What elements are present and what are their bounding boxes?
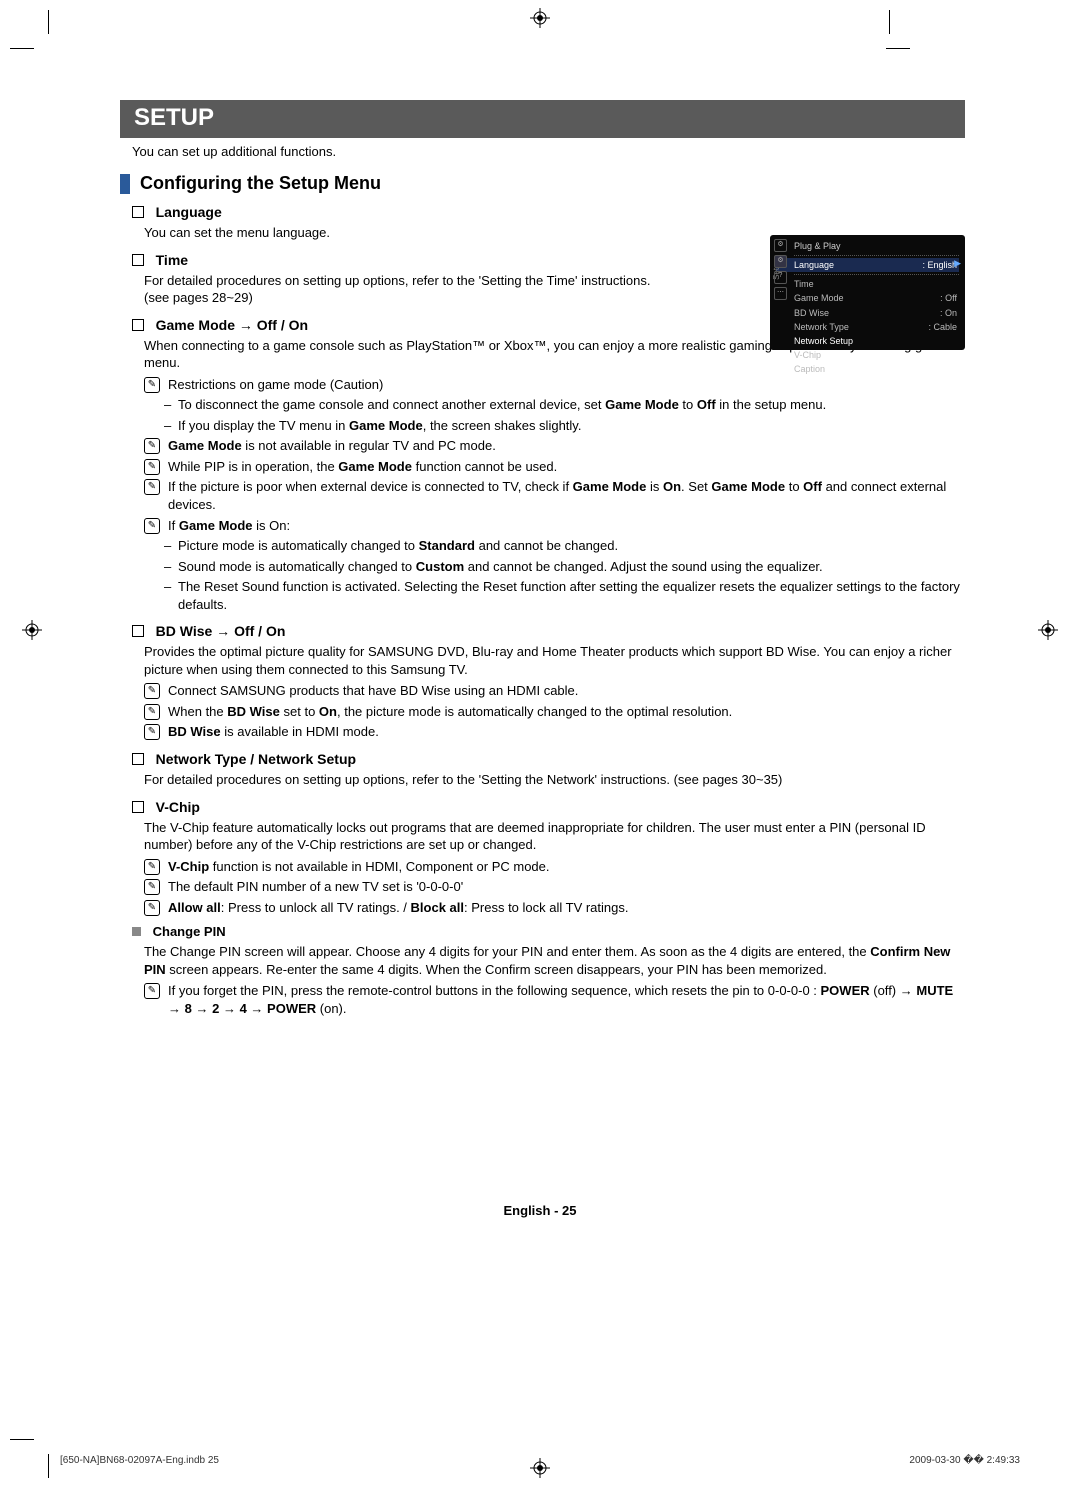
note-row: ✎V-Chip function is not available in HDM… xyxy=(144,858,965,876)
osd-row: Network Setup xyxy=(776,334,959,348)
print-file-label: [650-NA]BN68-02097A-Eng.indb 25 xyxy=(60,1455,219,1466)
item-network: Network Type / Network Setup xyxy=(132,751,965,767)
item-heading: BD Wise → Off / On xyxy=(156,623,286,639)
checkbox-icon xyxy=(132,801,144,813)
checkbox-icon xyxy=(132,206,144,218)
square-bullet-icon xyxy=(132,927,141,936)
osd-row: Caption xyxy=(776,362,959,376)
note-row: ✎Allow all: Press to unlock all TV ratin… xyxy=(144,899,965,917)
osd-icon: ⚙ xyxy=(774,255,787,268)
print-footer: [650-NA]BN68-02097A-Eng.indb 25 2009-03-… xyxy=(60,1455,1020,1466)
note-row: ✎Restrictions on game mode (Caution) xyxy=(144,376,965,394)
osd-icon: ? xyxy=(774,271,787,284)
osd-row: BD Wise: On xyxy=(776,306,959,320)
dash-row: –To disconnect the game console and conn… xyxy=(164,396,965,414)
osd-menu-screenshot: Setup ⚙ ⚙ ? ⋯ Plug & Play Language: Engl… xyxy=(770,235,965,350)
osd-row: V-Chip xyxy=(776,348,959,362)
crop-mark xyxy=(889,10,890,34)
note-row: ✎When the BD Wise set to On, the picture… xyxy=(144,703,965,721)
item-vchip: V-Chip xyxy=(132,799,965,815)
osd-row: Time xyxy=(776,277,959,291)
osd-row: Network Type: Cable xyxy=(776,320,959,334)
note-icon: ✎ xyxy=(144,859,160,875)
item-language: Language xyxy=(132,204,965,220)
subheading-row: Configuring the Setup Menu xyxy=(120,173,965,194)
subitem-heading: Change PIN xyxy=(153,924,226,939)
item-heading: Language xyxy=(156,204,222,220)
registration-mark-icon xyxy=(22,620,42,640)
item-body: The Change PIN screen will appear. Choos… xyxy=(144,943,965,978)
checkbox-icon xyxy=(132,319,144,331)
subitem-change-pin: Change PIN xyxy=(132,924,965,939)
note-row: ✎The default PIN number of a new TV set … xyxy=(144,878,965,896)
section-banner: SETUP xyxy=(120,100,965,138)
note-icon: ✎ xyxy=(144,459,160,475)
note-icon: ✎ xyxy=(144,438,160,454)
note-icon: ✎ xyxy=(144,724,160,740)
print-timestamp: 2009-03-30 �� 2:49:33 xyxy=(909,1455,1020,1466)
note-icon: ✎ xyxy=(144,479,160,495)
subheading: Configuring the Setup Menu xyxy=(140,173,381,194)
registration-mark-icon xyxy=(1038,620,1058,640)
note-icon: ✎ xyxy=(144,377,160,393)
note-icon: ✎ xyxy=(144,879,160,895)
note-icon: ✎ xyxy=(144,900,160,916)
crop-mark xyxy=(10,1439,34,1440)
checkbox-icon xyxy=(132,254,144,266)
note-row: ✎If you forget the PIN, press the remote… xyxy=(144,982,965,1017)
crop-mark xyxy=(48,10,49,34)
separator xyxy=(794,255,959,256)
note-icon: ✎ xyxy=(144,704,160,720)
blue-block-icon xyxy=(120,174,130,194)
item-heading: V-Chip xyxy=(156,799,200,815)
item-body: You can set the menu language. xyxy=(144,224,664,242)
crop-mark xyxy=(48,1454,49,1478)
registration-mark-icon xyxy=(530,8,550,28)
item-heading: Time xyxy=(156,252,188,268)
intro-text: You can set up additional functions. xyxy=(132,144,965,159)
note-icon: ✎ xyxy=(144,518,160,534)
note-row: ✎If the picture is poor when external de… xyxy=(144,478,965,513)
osd-row: Plug & Play xyxy=(776,239,959,253)
checkbox-icon xyxy=(132,625,144,637)
dash-row: –The Reset Sound function is activated. … xyxy=(164,578,965,613)
osd-icon: ⚙ xyxy=(774,239,787,252)
dash-row: –If you display the TV menu in Game Mode… xyxy=(164,417,965,435)
note-row: ✎Connect SAMSUNG products that have BD W… xyxy=(144,682,965,700)
page-footer: English - 25 xyxy=(0,1203,1080,1218)
osd-row: Game Mode: Off xyxy=(776,291,959,305)
item-body: The V-Chip feature automatically locks o… xyxy=(144,819,965,854)
dash-row: –Picture mode is automatically changed t… xyxy=(164,537,965,555)
crop-mark xyxy=(10,48,34,49)
item-body: Provides the optimal picture quality for… xyxy=(144,643,965,678)
note-icon: ✎ xyxy=(144,983,160,999)
item-body: For detailed procedures on setting up op… xyxy=(144,272,664,307)
separator xyxy=(794,274,959,275)
item-heading: Network Type / Network Setup xyxy=(156,751,356,767)
checkbox-icon xyxy=(132,753,144,765)
crop-mark xyxy=(886,48,910,49)
item-body: For detailed procedures on setting up op… xyxy=(144,771,965,789)
note-row: ✎While PIP is in operation, the Game Mod… xyxy=(144,458,965,476)
note-icon: ✎ xyxy=(144,683,160,699)
item-bd-wise: BD Wise → Off / On xyxy=(132,623,965,639)
item-heading: Game Mode → Off / On xyxy=(156,317,308,333)
note-row: ✎Game Mode is not available in regular T… xyxy=(144,437,965,455)
osd-row-selected: Language: English xyxy=(776,258,959,272)
osd-icon: ⋯ xyxy=(774,287,787,300)
note-row: ✎If Game Mode is On: xyxy=(144,517,965,535)
chevron-right-icon: ▶ xyxy=(954,258,961,269)
dash-row: –Sound mode is automatically changed to … xyxy=(164,558,965,576)
note-row: ✎BD Wise is available in HDMI mode. xyxy=(144,723,965,741)
